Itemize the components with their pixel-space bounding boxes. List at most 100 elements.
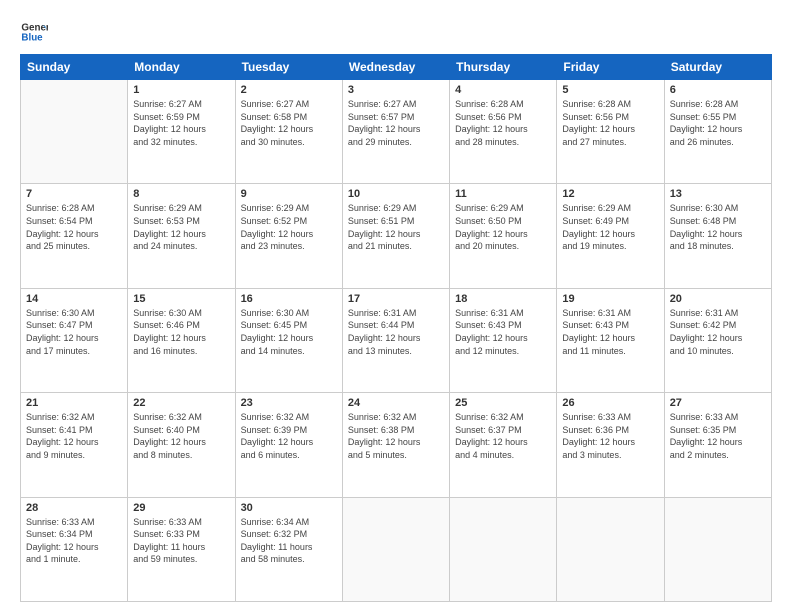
- calendar-cell: 20 Sunrise: 6:31 AM Sunset: 6:42 PM Dayli…: [664, 288, 771, 392]
- day-number: 26: [562, 397, 658, 409]
- calendar-cell: 25Sunrise: 6:32 AM Sunset: 6:37 PM Dayli…: [450, 393, 557, 497]
- calendar-cell: [664, 497, 771, 601]
- day-number: 8: [133, 188, 229, 200]
- calendar-cell: 15 Sunrise: 6:30 AM Sunset: 6:46 PM Dayli…: [128, 288, 235, 392]
- day-info: Sunrise: 6:31 AM Sunset: 6:43 PM Dayligh…: [562, 307, 658, 357]
- day-number: 27: [670, 397, 766, 409]
- day-info: Sunrise: 6:30 AM Sunset: 6:45 PM Dayligh…: [241, 307, 337, 357]
- calendar-cell: 14 Sunrise: 6:30 AM Sunset: 6:47 PM Dayli…: [21, 288, 128, 392]
- calendar-week-3: 21 Sunrise: 6:32 AM Sunset: 6:41 PM Dayli…: [21, 393, 772, 497]
- page-header: General Blue: [20, 18, 772, 46]
- day-info: Sunrise: 6:27 AM Sunset: 6:57 PM Dayligh…: [348, 98, 444, 148]
- day-info: Sunrise: 6:29 AM Sunset: 6:52 PM Dayligh…: [241, 202, 337, 252]
- calendar-cell: 16 Sunrise: 6:30 AM Sunset: 6:45 PM Dayli…: [235, 288, 342, 392]
- day-info: Sunrise: 6:27 AM Sunset: 6:58 PM Dayligh…: [241, 98, 337, 148]
- calendar-header-row: SundayMondayTuesdayWednesdayThursdayFrid…: [21, 55, 772, 80]
- day-info: Sunrise: 6:29 AM Sunset: 6:49 PM Dayligh…: [562, 202, 658, 252]
- calendar-cell: 23 Sunrise: 6:32 AM Sunset: 6:39 PM Dayli…: [235, 393, 342, 497]
- calendar-cell: 18Sunrise: 6:31 AM Sunset: 6:43 PM Dayli…: [450, 288, 557, 392]
- day-info: Sunrise: 6:32 AM Sunset: 6:39 PM Dayligh…: [241, 411, 337, 461]
- day-info: Sunrise: 6:28 AM Sunset: 6:56 PM Dayligh…: [562, 98, 658, 148]
- day-info: Sunrise: 6:34 AM Sunset: 6:32 PM Dayligh…: [241, 516, 337, 566]
- day-info: Sunrise: 6:28 AM Sunset: 6:54 PM Dayligh…: [26, 202, 122, 252]
- calendar-week-1: 7 Sunrise: 6:28 AM Sunset: 6:54 PM Daylig…: [21, 184, 772, 288]
- calendar-cell: 22 Sunrise: 6:32 AM Sunset: 6:40 PM Dayli…: [128, 393, 235, 497]
- day-info: Sunrise: 6:27 AM Sunset: 6:59 PM Dayligh…: [133, 98, 229, 148]
- calendar-cell: 30 Sunrise: 6:34 AM Sunset: 6:32 PM Dayli…: [235, 497, 342, 601]
- calendar-header-sunday: Sunday: [21, 55, 128, 80]
- calendar-cell: 10 Sunrise: 6:29 AM Sunset: 6:51 PM Dayli…: [342, 184, 449, 288]
- day-number: 29: [133, 502, 229, 514]
- day-number: 23: [241, 397, 337, 409]
- day-info: Sunrise: 6:33 AM Sunset: 6:35 PM Dayligh…: [670, 411, 766, 461]
- day-number: 24: [348, 397, 444, 409]
- calendar-header-tuesday: Tuesday: [235, 55, 342, 80]
- day-number: 28: [26, 502, 122, 514]
- calendar-cell: 13 Sunrise: 6:30 AM Sunset: 6:48 PM Dayli…: [664, 184, 771, 288]
- day-info: Sunrise: 6:29 AM Sunset: 6:51 PM Dayligh…: [348, 202, 444, 252]
- calendar-body: 1 Sunrise: 6:27 AM Sunset: 6:59 PM Daylig…: [21, 80, 772, 602]
- calendar-cell: 27 Sunrise: 6:33 AM Sunset: 6:35 PM Dayli…: [664, 393, 771, 497]
- day-number: 15: [133, 293, 229, 305]
- day-info: Sunrise: 6:33 AM Sunset: 6:34 PM Dayligh…: [26, 516, 122, 566]
- day-info: Sunrise: 6:30 AM Sunset: 6:46 PM Dayligh…: [133, 307, 229, 357]
- day-number: 30: [241, 502, 337, 514]
- calendar-cell: 11 Sunrise: 6:29 AM Sunset: 6:50 PM Dayli…: [450, 184, 557, 288]
- calendar-header-friday: Friday: [557, 55, 664, 80]
- calendar-week-0: 1 Sunrise: 6:27 AM Sunset: 6:59 PM Daylig…: [21, 80, 772, 184]
- calendar-cell: 5 Sunrise: 6:28 AM Sunset: 6:56 PM Daylig…: [557, 80, 664, 184]
- day-number: 4: [455, 84, 551, 96]
- day-info: Sunrise: 6:31 AM Sunset: 6:42 PM Dayligh…: [670, 307, 766, 357]
- calendar-cell: 12 Sunrise: 6:29 AM Sunset: 6:49 PM Dayli…: [557, 184, 664, 288]
- day-number: 3: [348, 84, 444, 96]
- day-number: 1: [133, 84, 229, 96]
- day-info: Sunrise: 6:28 AM Sunset: 6:56 PM Dayligh…: [455, 98, 551, 148]
- calendar-cell: 21 Sunrise: 6:32 AM Sunset: 6:41 PM Dayli…: [21, 393, 128, 497]
- day-info: Sunrise: 6:29 AM Sunset: 6:53 PM Dayligh…: [133, 202, 229, 252]
- day-info: Sunrise: 6:30 AM Sunset: 6:47 PM Dayligh…: [26, 307, 122, 357]
- day-info: Sunrise: 6:32 AM Sunset: 6:41 PM Dayligh…: [26, 411, 122, 461]
- calendar-cell: 24 Sunrise: 6:32 AM Sunset: 6:38 PM Dayli…: [342, 393, 449, 497]
- calendar-cell: 3 Sunrise: 6:27 AM Sunset: 6:57 PM Daylig…: [342, 80, 449, 184]
- day-info: Sunrise: 6:28 AM Sunset: 6:55 PM Dayligh…: [670, 98, 766, 148]
- calendar-header-monday: Monday: [128, 55, 235, 80]
- day-number: 6: [670, 84, 766, 96]
- day-number: 22: [133, 397, 229, 409]
- calendar-cell: 2 Sunrise: 6:27 AM Sunset: 6:58 PM Daylig…: [235, 80, 342, 184]
- calendar-cell: 9 Sunrise: 6:29 AM Sunset: 6:52 PM Daylig…: [235, 184, 342, 288]
- day-info: Sunrise: 6:33 AM Sunset: 6:36 PM Dayligh…: [562, 411, 658, 461]
- day-number: 9: [241, 188, 337, 200]
- day-info: Sunrise: 6:32 AM Sunset: 6:38 PM Dayligh…: [348, 411, 444, 461]
- day-number: 10: [348, 188, 444, 200]
- calendar-header-thursday: Thursday: [450, 55, 557, 80]
- day-info: Sunrise: 6:29 AM Sunset: 6:50 PM Dayligh…: [455, 202, 551, 252]
- day-number: 21: [26, 397, 122, 409]
- logo: General Blue: [20, 18, 48, 46]
- logo-icon: General Blue: [20, 18, 48, 46]
- day-number: 2: [241, 84, 337, 96]
- day-number: 20: [670, 293, 766, 305]
- day-number: 7: [26, 188, 122, 200]
- day-info: Sunrise: 6:32 AM Sunset: 6:37 PM Dayligh…: [455, 411, 551, 461]
- day-info: Sunrise: 6:30 AM Sunset: 6:48 PM Dayligh…: [670, 202, 766, 252]
- calendar-cell: 17Sunrise: 6:31 AM Sunset: 6:44 PM Dayli…: [342, 288, 449, 392]
- day-number: 16: [241, 293, 337, 305]
- svg-text:Blue: Blue: [21, 32, 43, 43]
- day-number: 12: [562, 188, 658, 200]
- day-number: 5: [562, 84, 658, 96]
- calendar-week-4: 28 Sunrise: 6:33 AM Sunset: 6:34 PM Dayli…: [21, 497, 772, 601]
- calendar-cell: 8 Sunrise: 6:29 AM Sunset: 6:53 PM Daylig…: [128, 184, 235, 288]
- day-number: 18: [455, 293, 551, 305]
- day-number: 11: [455, 188, 551, 200]
- day-number: 13: [670, 188, 766, 200]
- calendar-table: SundayMondayTuesdayWednesdayThursdayFrid…: [20, 54, 772, 602]
- day-number: 14: [26, 293, 122, 305]
- calendar-cell: [342, 497, 449, 601]
- calendar-header-wednesday: Wednesday: [342, 55, 449, 80]
- day-info: Sunrise: 6:32 AM Sunset: 6:40 PM Dayligh…: [133, 411, 229, 461]
- calendar-cell: 28 Sunrise: 6:33 AM Sunset: 6:34 PM Dayli…: [21, 497, 128, 601]
- calendar-cell: [557, 497, 664, 601]
- calendar-cell: 1 Sunrise: 6:27 AM Sunset: 6:59 PM Daylig…: [128, 80, 235, 184]
- calendar-cell: 4 Sunrise: 6:28 AM Sunset: 6:56 PM Daylig…: [450, 80, 557, 184]
- calendar-cell: 19Sunrise: 6:31 AM Sunset: 6:43 PM Dayli…: [557, 288, 664, 392]
